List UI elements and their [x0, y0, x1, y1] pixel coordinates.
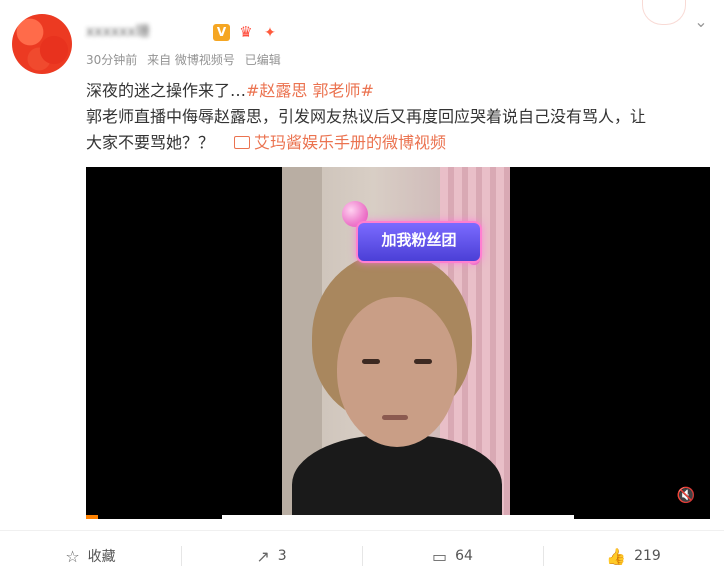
video-person-mouth [382, 415, 408, 420]
chevron-down-icon[interactable]: ⌄ [689, 10, 713, 34]
comment-count: 64 [455, 548, 473, 564]
repost-count: 3 [277, 548, 287, 564]
post-text-body: 郭老师直播中侮辱赵露思，引发网友热议后又再度回应哭着说自己没有骂人，让 [86, 107, 647, 126]
gift-badge-icon: ✦ [264, 25, 276, 41]
verified-badge-icon: V [213, 24, 230, 41]
video-person-eye-right [414, 359, 432, 364]
watermark-stamp [642, 0, 686, 25]
avatar[interactable] [12, 14, 72, 74]
like-button[interactable]: 👍 219 [543, 541, 724, 571]
video-person-eye-left [362, 359, 380, 364]
post-meta: 30分钟前 来自 微博视频号 已编辑 [86, 51, 287, 69]
favorite-button[interactable]: ☆ 收藏 [0, 541, 181, 571]
hashtag-zhaolusi[interactable]: #赵露思 [246, 81, 307, 100]
comment-button[interactable]: ▭ 64 [362, 541, 543, 571]
thumbs-up-icon: 👍 [606, 546, 627, 566]
author-name[interactable]: xxxxxx珊 [86, 22, 208, 42]
post-source[interactable]: 来自 微博视频号 [147, 53, 235, 67]
hashtag-guolaoshi[interactable]: 郭老师# [313, 81, 374, 100]
video-player[interactable]: 加我粉丝团 🔇 [86, 167, 710, 519]
fan-club-sticker: 加我粉丝团 [356, 221, 482, 263]
comment-icon: ▭ [432, 546, 448, 566]
favorite-label: 收藏 [87, 549, 116, 565]
mute-icon[interactable]: 🔇 [676, 485, 696, 505]
edited-label[interactable]: 已编辑 [245, 53, 281, 67]
post-text-ending: 大家不要骂她？？ [86, 133, 215, 152]
post-text-intro: 深夜的迷之操作来了… [86, 81, 247, 100]
post-time[interactable]: 30分钟前 [86, 53, 137, 67]
crown-badge-icon: ♛ [239, 23, 253, 41]
share-icon: ↗ [256, 546, 270, 566]
video-source-label: 艾玛酱娱乐手册的微博视频 [254, 133, 447, 152]
video-progress-bar[interactable] [86, 515, 98, 519]
video-person-shirt [292, 435, 502, 519]
video-progress-track [222, 515, 574, 519]
repost-button[interactable]: ↗ 3 [181, 541, 362, 571]
video-icon [234, 136, 251, 149]
video-frame: 加我粉丝团 [282, 167, 510, 519]
video-person-face [337, 297, 457, 447]
star-icon: ☆ [65, 546, 80, 566]
action-divider [0, 530, 724, 531]
post-text: 深夜的迷之操作来了…#赵露思 郭老师# 郭老师直播中侮辱赵露思，引发网友热议后又… [86, 78, 706, 156]
like-count: 219 [634, 548, 661, 564]
video-source-link[interactable]: 艾玛酱娱乐手册的微博视频 [234, 133, 446, 152]
